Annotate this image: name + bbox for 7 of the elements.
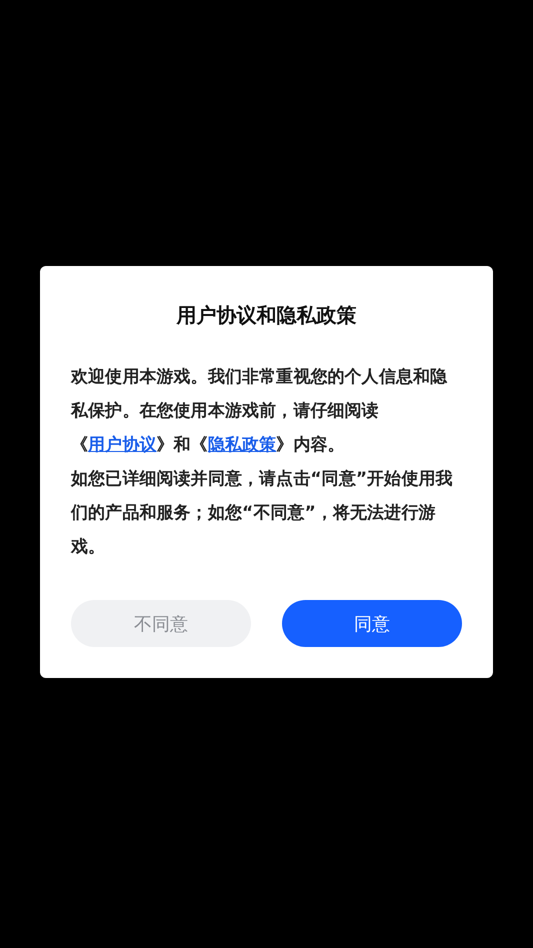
agree-button[interactable]: 同意 [282, 600, 462, 647]
paragraph: 如您已详细阅读并同意，请点击“同意”开始使用我们的产品和服务；如您“不同意”，将无法进行游戏。 [71, 468, 454, 559]
paragraph: 欢迎使用本游戏。我们非常重视您的个人信息和隐私保护。在您使用本游戏前，请仔细阅读《用户协议》和《隐私政策》内容。 [71, 366, 448, 457]
dialog-title: 用户协议和隐私政策 [175, 302, 358, 329]
disagree-button[interactable]: 不同意 [71, 600, 251, 647]
policy-link[interactable]: 隐私政策 [208, 435, 276, 455]
policy-link[interactable]: 用户协议 [88, 435, 157, 455]
